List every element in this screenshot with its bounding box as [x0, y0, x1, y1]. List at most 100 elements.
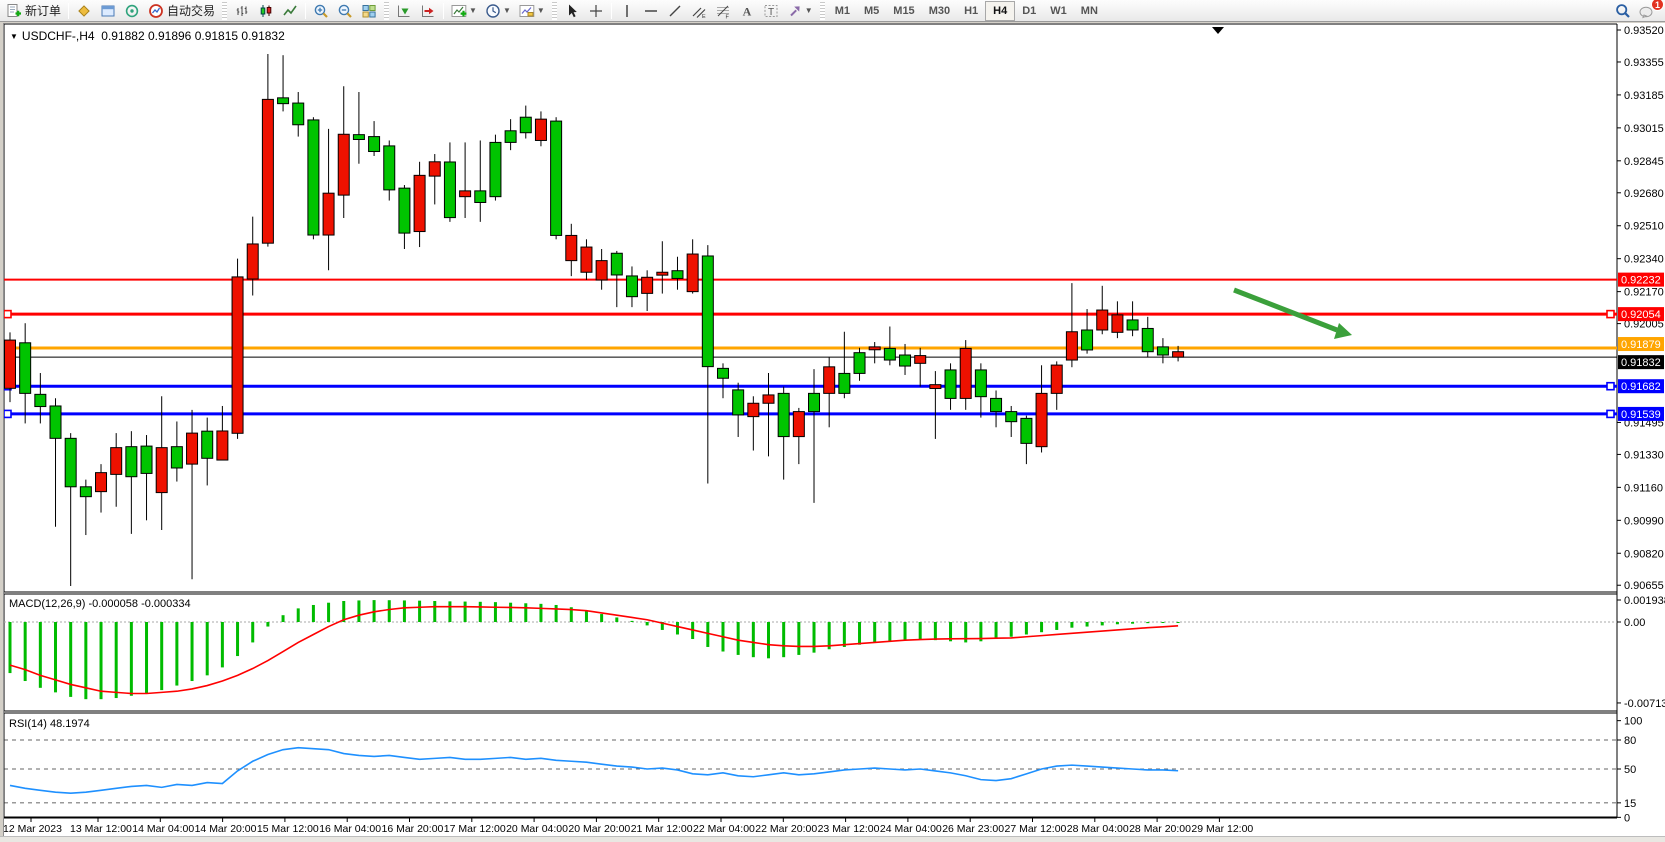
bull-candle [1157, 347, 1168, 355]
navigator-button[interactable] [72, 1, 96, 21]
chart-window[interactable]: 0.935200.933550.931850.930150.928450.926… [0, 23, 1665, 842]
time-tick-label: 27 Mar 12:00 [1005, 823, 1067, 835]
bull-candle [369, 137, 380, 152]
macd-histogram-bar [160, 622, 163, 690]
bull-candle [1082, 330, 1093, 350]
zoom-in-button[interactable] [309, 1, 333, 21]
periods-button[interactable]: ▼ [481, 1, 515, 21]
search-button[interactable] [1611, 1, 1635, 21]
price-tick-label: 0.90990 [1624, 515, 1664, 527]
text-a-icon: A [739, 3, 755, 19]
line-handle[interactable] [1607, 383, 1614, 390]
bear-candle [581, 247, 592, 272]
bull-candle [490, 142, 501, 196]
chart-shift-button[interactable] [416, 1, 440, 21]
time-tick-label: 13 Mar 12:00 [70, 823, 132, 835]
macd-histogram-bar [919, 622, 922, 639]
macd-histogram-bar [1116, 622, 1119, 624]
line-handle[interactable] [4, 410, 11, 417]
rsi-tick-label: 0 [1624, 812, 1630, 824]
text-button[interactable]: A [735, 1, 759, 21]
price-badge-text: 0.91879 [1621, 339, 1661, 351]
horizontal-line-button[interactable] [639, 1, 663, 21]
bull-candle [626, 276, 637, 297]
line-handle[interactable] [4, 311, 11, 318]
timeframe-m1[interactable]: M1 [828, 1, 857, 21]
bull-candle [50, 406, 61, 438]
bear-candle [915, 356, 926, 364]
svg-text:T: T [768, 7, 774, 18]
macd-histogram-bar [433, 601, 436, 622]
timeframe-m30[interactable]: M30 [922, 1, 957, 21]
notifications-button[interactable]: 1 [1635, 1, 1659, 21]
timeframe-h4[interactable]: H4 [985, 1, 1015, 21]
market-watch-button[interactable] [96, 1, 120, 21]
new-order-button[interactable]: 新订单 [2, 1, 65, 21]
candle-chart-button[interactable] [254, 1, 278, 21]
tile-windows-button[interactable] [357, 1, 381, 21]
bear-candle [262, 99, 273, 243]
bull-candle [854, 353, 865, 374]
auto-trading-button[interactable]: 自动交易 [144, 1, 219, 21]
chart-ohlc-values: 0.91882 0.91896 0.91815 0.91832 [101, 29, 285, 43]
chevron-down-icon: ▼ [469, 6, 477, 15]
macd-histogram-bar [191, 622, 194, 681]
fibo-icon: F [715, 3, 731, 19]
macd-histogram-bar [1161, 622, 1164, 623]
macd-histogram-bar [1025, 622, 1028, 634]
indicators-button[interactable]: ▼ [447, 1, 481, 21]
bull-candle [35, 394, 46, 406]
timeframe-m15[interactable]: M15 [886, 1, 921, 21]
arrows-button[interactable]: ▼ [783, 1, 817, 21]
chart-menu-icon[interactable]: ▼ [10, 32, 18, 41]
price-badge-text: 0.91832 [1621, 357, 1661, 369]
bear-candle [824, 367, 835, 394]
new-order-button-label: 新订单 [25, 2, 61, 19]
toolbar-separator [443, 3, 444, 19]
macd-pane[interactable] [4, 594, 1617, 711]
macd-histogram-bar [297, 608, 300, 622]
time-axis[interactable]: 12 Mar 202313 Mar 12:0014 Mar 04:0014 Ma… [0, 818, 1617, 835]
line-chart-button[interactable] [278, 1, 302, 21]
bar-chart-button[interactable] [230, 1, 254, 21]
bear-candle [1173, 352, 1184, 357]
price-badge-text: 0.91539 [1621, 409, 1661, 421]
macd-histogram-bar [813, 622, 816, 653]
bear-candle [566, 235, 577, 260]
price-tick-label: 0.91160 [1624, 482, 1663, 494]
timeframe-w1[interactable]: W1 [1043, 1, 1074, 21]
bull-candle [399, 188, 410, 233]
price-tick-label: 0.93185 [1624, 90, 1664, 102]
zoom-out-button[interactable] [333, 1, 357, 21]
timeframe-mn[interactable]: MN [1074, 1, 1105, 21]
timeframe-m5[interactable]: M5 [857, 1, 886, 21]
time-tick-label: 24 Mar 04:00 [880, 823, 942, 835]
fibonacci-button[interactable]: F [711, 1, 735, 21]
toolbar-grip [820, 2, 825, 20]
time-tick-label: 20 Mar 04:00 [506, 823, 568, 835]
toolbar-grip [222, 2, 227, 20]
bear-candle [338, 134, 349, 195]
line-handle[interactable] [1607, 311, 1614, 318]
line-handle[interactable] [1607, 410, 1614, 417]
bull-candle [475, 191, 486, 203]
vertical-line-button[interactable] [615, 1, 639, 21]
macd-histogram-bar [524, 603, 527, 622]
price-badge-0.92232: 0.92232 [1618, 273, 1664, 287]
chart-symbol-period: USDCHF-,H4 [22, 29, 95, 43]
price-badge-0.91539: 0.91539 [1618, 407, 1664, 421]
timeframe-d1[interactable]: D1 [1015, 1, 1043, 21]
auto-scroll-button[interactable] [392, 1, 416, 21]
macd-histogram-bar [448, 601, 451, 622]
price-chart-canvas[interactable]: 0.935200.933550.931850.930150.928450.926… [0, 23, 1665, 842]
trendline-button[interactable] [663, 1, 687, 21]
cursor-button[interactable] [560, 1, 584, 21]
channel-button[interactable]: E [687, 1, 711, 21]
data-window-button[interactable] [120, 1, 144, 21]
macd-histogram-bar [327, 603, 330, 622]
templates-button[interactable]: ▼ [515, 1, 549, 21]
timeframe-h1[interactable]: H1 [957, 1, 985, 21]
crosshair-button[interactable] [584, 1, 608, 21]
text-label-button[interactable]: T [759, 1, 783, 21]
main-pane[interactable] [4, 24, 1617, 592]
